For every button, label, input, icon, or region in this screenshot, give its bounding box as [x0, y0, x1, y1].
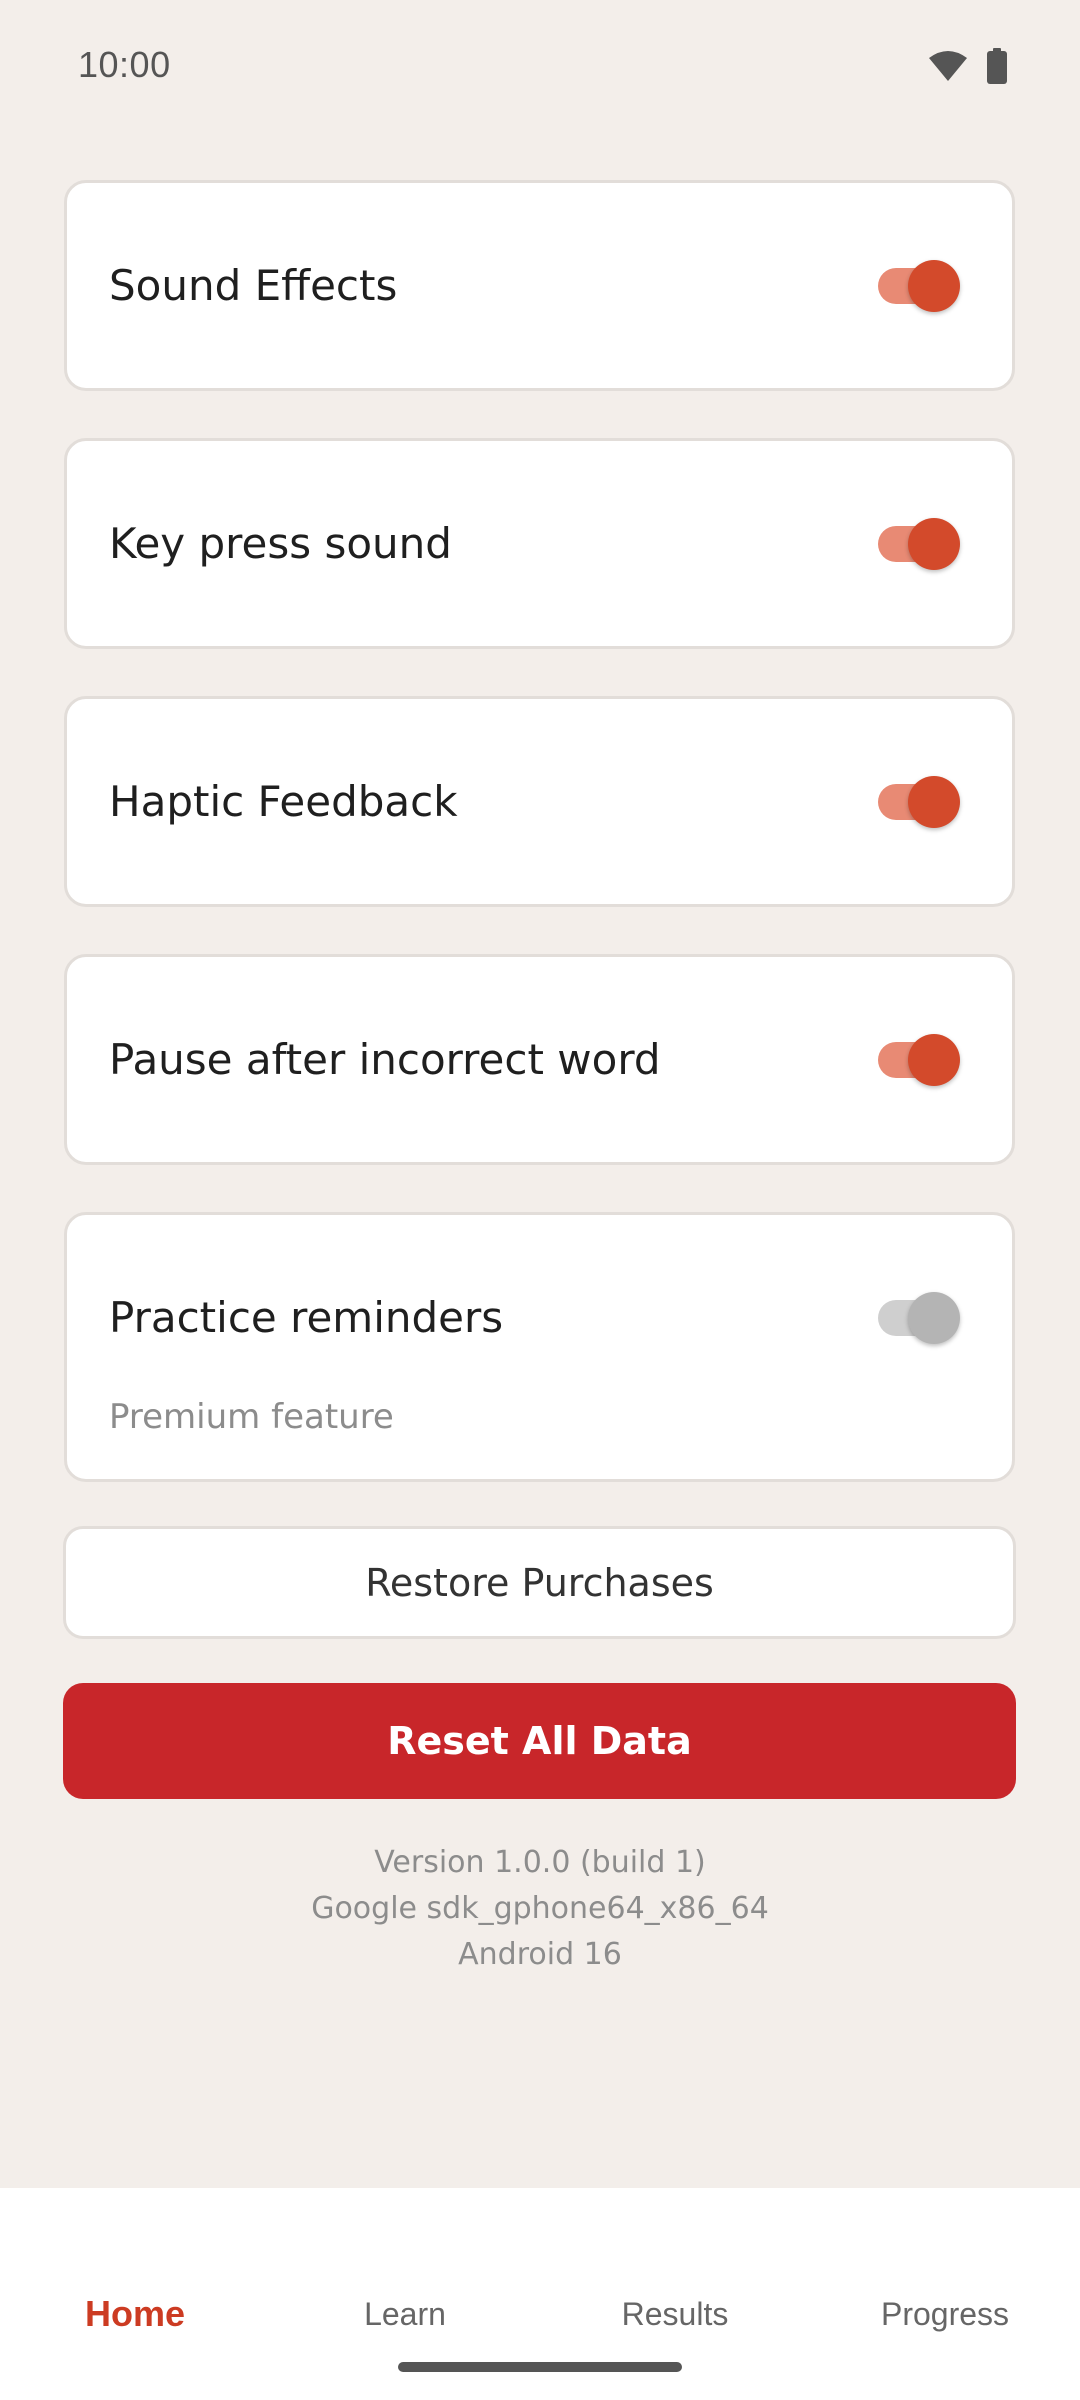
nav-tab-home[interactable]: Home	[0, 2293, 270, 2335]
reset-all-data-button[interactable]: Reset All Data	[63, 1683, 1016, 1799]
pause-after-incorrect-toggle[interactable]	[878, 1029, 962, 1091]
settings-screen: 10:00 Sound Effects Key press sound Hapt…	[0, 0, 1080, 2400]
setting-card-key-press-sound: Key press sound	[64, 438, 1015, 649]
setting-label: Pause after incorrect word	[109, 1035, 661, 1084]
os-text: Android 16	[458, 1937, 622, 1972]
haptic-feedback-toggle[interactable]	[878, 771, 962, 833]
toggle-thumb	[908, 776, 960, 828]
restore-purchases-button[interactable]: Restore Purchases	[63, 1526, 1016, 1639]
nav-tab-results[interactable]: Results	[540, 2296, 810, 2333]
wifi-icon	[928, 50, 968, 82]
status-icons	[928, 48, 1008, 84]
setting-label: Practice reminders	[109, 1293, 504, 1342]
version-text: Version 1.0.0 (build 1)	[374, 1845, 706, 1880]
setting-label: Sound Effects	[109, 261, 398, 310]
nav-tab-progress[interactable]: Progress	[810, 2296, 1080, 2333]
home-indicator[interactable]	[398, 2362, 682, 2372]
setting-label: Haptic Feedback	[109, 777, 458, 826]
practice-reminders-toggle[interactable]	[878, 1287, 962, 1349]
device-text: Google sdk_gphone64_x86_64	[311, 1891, 769, 1926]
toggle-thumb	[908, 260, 960, 312]
key-press-sound-toggle[interactable]	[878, 513, 962, 575]
premium-feature-note: Premium feature	[109, 1397, 394, 1437]
version-info: Version 1.0.0 (build 1) Google sdk_gphon…	[0, 1840, 1080, 1978]
toggle-thumb	[908, 1034, 960, 1086]
toggle-thumb	[908, 1292, 960, 1344]
setting-card-haptic-feedback: Haptic Feedback	[64, 696, 1015, 907]
setting-card-practice-reminders: Practice reminders Premium feature	[64, 1212, 1015, 1482]
nav-tab-learn[interactable]: Learn	[270, 2296, 540, 2333]
status-bar: 10:00	[0, 0, 1080, 136]
setting-label: Key press sound	[109, 519, 452, 568]
toggle-thumb	[908, 518, 960, 570]
setting-card-pause-after-incorrect: Pause after incorrect word	[64, 954, 1015, 1165]
battery-icon	[986, 48, 1008, 84]
sound-effects-toggle[interactable]	[878, 255, 962, 317]
status-time: 10:00	[78, 44, 171, 85]
setting-card-sound-effects: Sound Effects	[64, 180, 1015, 391]
